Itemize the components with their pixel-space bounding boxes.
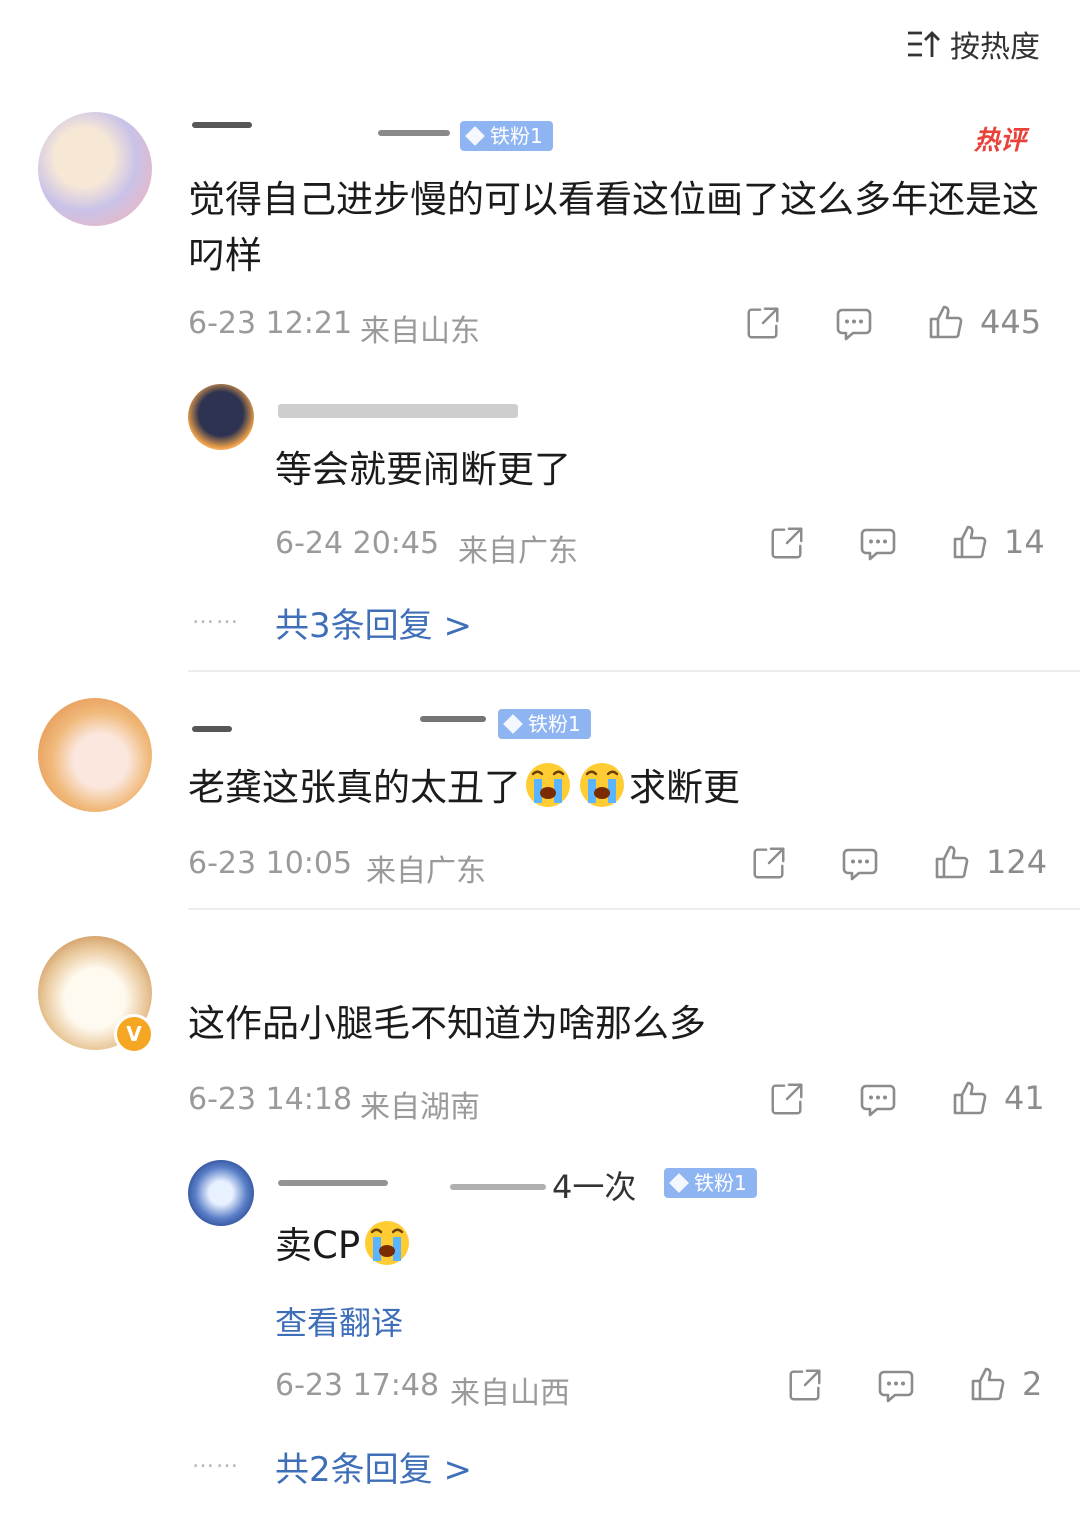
view-translation-link[interactable]: 查看翻译 <box>275 1298 403 1344</box>
like-button[interactable]: 445 <box>926 302 1041 342</box>
comment-date: 6-23 14:18 <box>188 1082 353 1117</box>
comment-button[interactable] <box>858 524 898 564</box>
comment-icon <box>858 1080 898 1120</box>
sort-icon <box>908 31 940 57</box>
comment-text: 老龚这张真的太丑了 求断更 <box>188 760 740 816</box>
comment-button[interactable] <box>876 1366 916 1406</box>
comment-button[interactable] <box>840 844 880 884</box>
avatar[interactable] <box>38 698 152 812</box>
like-count: 2 <box>1022 1365 1043 1403</box>
verified-badge: V <box>114 1014 154 1054</box>
divider <box>188 908 1080 910</box>
reply-date: 6-24 20:45 <box>275 526 440 561</box>
sort-by-heat-button[interactable]: 按热度 <box>906 22 1040 66</box>
share-icon <box>786 1366 824 1404</box>
like-count: 14 <box>1004 523 1045 561</box>
share-icon <box>768 524 806 562</box>
share-icon <box>744 304 782 342</box>
share-button[interactable] <box>768 524 806 562</box>
like-icon <box>950 522 990 562</box>
comment-icon <box>858 524 898 564</box>
share-icon <box>768 1080 806 1118</box>
fan-badge: 铁粉1 <box>460 121 553 151</box>
comment-location: 来自山东 <box>360 314 480 349</box>
comment-icon <box>834 304 874 344</box>
reply-location: 来自山西 <box>450 1376 570 1411</box>
comment-button[interactable] <box>858 1080 898 1120</box>
like-button[interactable]: 124 <box>932 842 1047 882</box>
reply-text: 等会就要闹断更了 <box>275 448 571 491</box>
more-dots: …… <box>192 1448 240 1473</box>
divider <box>188 670 1080 672</box>
view-replies-link[interactable]: 共3条回复 > <box>275 598 472 647</box>
comment-text: 觉得自己进步慢的可以看看这位画了这么多年还是这叼样 <box>188 178 1039 277</box>
like-button[interactable]: 14 <box>950 522 1045 562</box>
reply-avatar[interactable] <box>188 384 254 450</box>
like-button[interactable]: 2 <box>968 1364 1042 1404</box>
crying-emoji <box>523 760 573 810</box>
crying-emoji <box>362 1218 412 1268</box>
reply-username-fragment: 4一次 <box>552 1168 637 1206</box>
comment-location: 来自湖南 <box>360 1090 480 1125</box>
sort-label: 按热度 <box>950 30 1040 65</box>
reply-date: 6-23 17:48 <box>275 1368 440 1403</box>
comment-icon <box>840 844 880 884</box>
hot-comment-label: 热评 <box>974 126 1027 156</box>
reply-text: 卖CP <box>275 1218 414 1274</box>
share-icon <box>750 844 788 882</box>
reply-location: 来自广东 <box>458 534 578 569</box>
like-icon <box>950 1078 990 1118</box>
comment-icon <box>876 1366 916 1406</box>
like-icon <box>932 842 972 882</box>
diamond-icon <box>465 126 485 146</box>
reply-avatar[interactable] <box>188 1160 254 1226</box>
like-count: 41 <box>1004 1079 1045 1117</box>
like-icon <box>968 1364 1008 1404</box>
share-button[interactable] <box>786 1366 824 1404</box>
comment-date: 6-23 10:05 <box>188 846 353 881</box>
comment-date: 6-23 12:21 <box>188 306 353 341</box>
like-count: 124 <box>986 843 1048 881</box>
comment-location: 来自广东 <box>366 854 486 889</box>
diamond-icon <box>503 714 523 734</box>
share-button[interactable] <box>750 844 788 882</box>
more-dots: …… <box>192 604 240 629</box>
like-count: 445 <box>980 303 1042 341</box>
like-icon <box>926 302 966 342</box>
comment-button[interactable] <box>834 304 874 344</box>
share-button[interactable] <box>744 304 782 342</box>
share-button[interactable] <box>768 1080 806 1118</box>
fan-badge: 铁粉1 <box>664 1168 757 1198</box>
avatar[interactable] <box>38 112 152 226</box>
comment-text: 这作品小腿毛不知道为啥那么多 <box>188 1002 706 1045</box>
like-button[interactable]: 41 <box>950 1078 1045 1118</box>
fan-badge: 铁粉1 <box>498 709 591 739</box>
crying-emoji <box>577 760 627 810</box>
view-replies-link[interactable]: 共2条回复 > <box>275 1442 472 1491</box>
diamond-icon <box>669 1173 689 1193</box>
